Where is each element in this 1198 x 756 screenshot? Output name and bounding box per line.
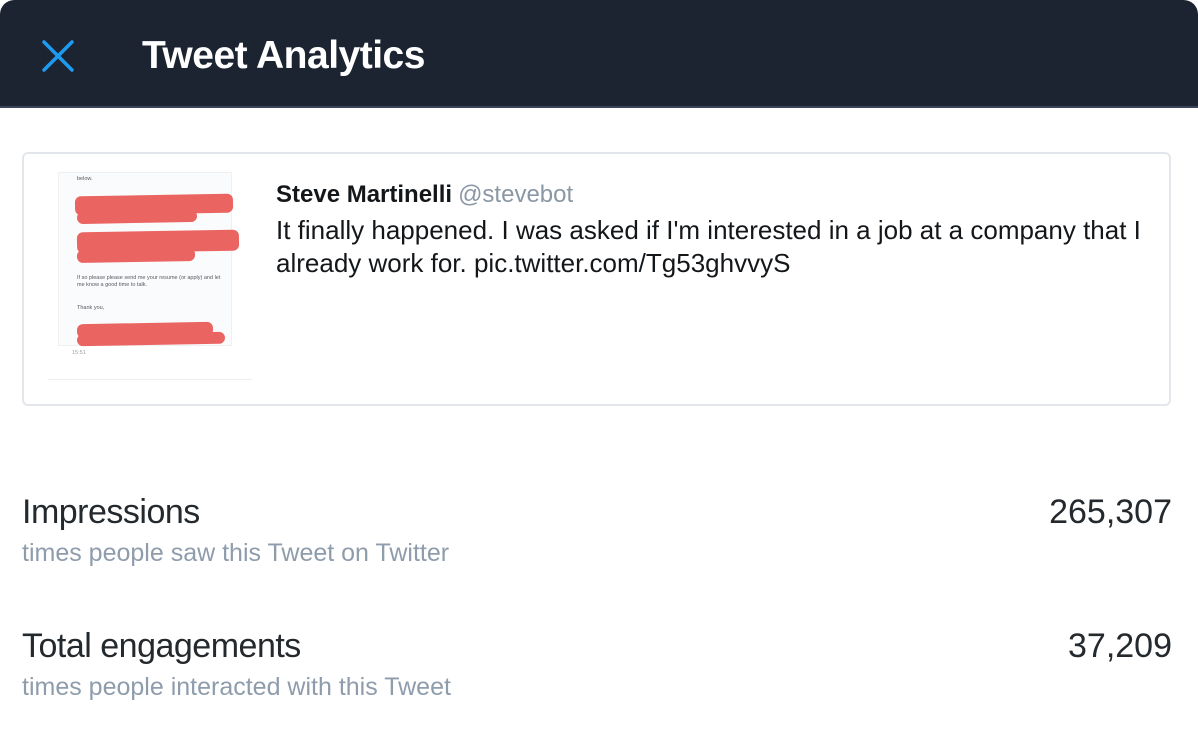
modal-title: Tweet Analytics [142,34,425,77]
redaction-bar [76,209,198,225]
close-button[interactable] [36,34,80,78]
author-name[interactable]: Steve Martinelli [276,181,452,208]
modal-header: Tweet Analytics [0,0,1198,108]
redaction-bar [76,247,196,264]
media-text-below: below. [77,176,93,182]
tweet-media-thumbnail[interactable]: below. If so please please send me your … [48,172,252,380]
media-screenshot: below. If so please please send me your … [58,172,240,347]
tweet-author: Steve Martinelli @stevebot [276,180,573,210]
metric-value-impressions: 265,307 [1049,493,1172,531]
tweet-analytics-modal: Tweet Analytics below. If so please plea… [0,0,1198,756]
media-text-request: If so please please send me your resume … [77,275,221,288]
metric-value-engagements: 37,209 [1068,627,1172,665]
author-handle[interactable]: @stevebot [458,181,573,208]
metric-label-impressions: Impressions [22,493,200,531]
metric-description-engagements: times people interacted with this Tweet [22,673,451,701]
close-icon [42,40,74,72]
metric-label-engagements: Total engagements [22,627,301,665]
metric-description-impressions: times people saw this Tweet on Twitter [22,539,450,567]
media-text-thanks: Thank you, [77,305,105,311]
redaction-bar [76,331,226,347]
media-divider [48,379,252,380]
media-text-time: 15:51 [72,350,86,356]
tweet-text: It finally happened. I was asked if I'm … [276,215,1141,278]
